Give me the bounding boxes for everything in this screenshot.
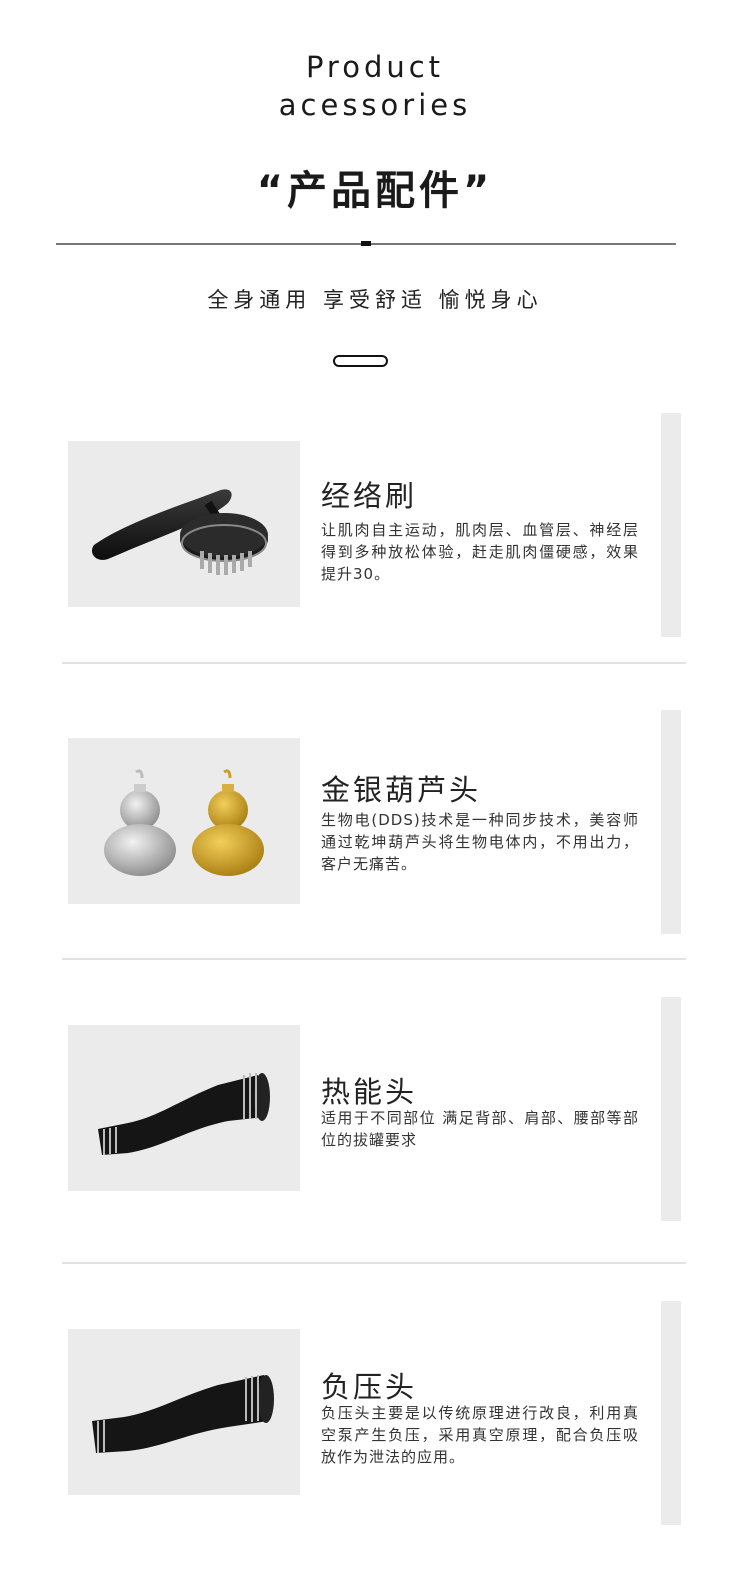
subtitle: 全身通用 享受舒适 愉悦身心 — [207, 288, 543, 312]
side-decoration-bar — [661, 1301, 681, 1525]
title-english: Product acessories — [0, 48, 750, 124]
title-chinese: “产品配件” — [256, 168, 494, 214]
product-description: 适用于不同部位 满足背部、肩部、腰部等部位的拔罐要求 — [321, 1109, 639, 1149]
side-decoration-bar — [661, 413, 681, 637]
negative-pressure-head-icon — [92, 1375, 274, 1453]
product-name: 金银葫芦头 — [321, 773, 482, 807]
product-description: 负压头主要是以传统原理进行改良，利用真空泵产生负压，采用真空原理，配合负压吸放作… — [321, 1404, 639, 1466]
product-item-brush: 经络刷 让肌肉自主运动，肌肉层、血管层、神经层得到多种放松体验，赶走肌肉僵硬感，… — [0, 413, 750, 643]
product-image-brush — [68, 441, 300, 607]
product-name: 经络刷 — [321, 479, 418, 513]
section-divider — [62, 662, 686, 664]
product-description: 生物电(DDS)技术是一种同步技术，美容师通过乾坤葫芦头将生物电体内，不用出力，… — [321, 811, 639, 873]
pill-decoration — [333, 355, 388, 367]
gourd-heads-icon — [104, 769, 264, 876]
product-image-thermal — [68, 1025, 300, 1191]
thermal-head-icon — [98, 1073, 270, 1155]
product-item-gourd: 金银葫芦头 生物电(DDS)技术是一种同步技术，美容师通过乾坤葫芦头将生物电体内… — [0, 710, 750, 940]
product-description: 让肌肉自主运动，肌肉层、血管层、神经层得到多种放松体验，赶走肌肉僵硬感，效果提升… — [321, 521, 639, 583]
side-decoration-bar — [661, 997, 681, 1221]
massage-brush-icon — [91, 489, 268, 575]
product-image-negative-pressure — [68, 1329, 300, 1495]
title-english-line-1: Product — [305, 50, 445, 84]
product-item-negative-pressure: 负压头 负压头主要是以传统原理进行改良，利用真空泵产生负压，采用真空原理，配合负… — [0, 1301, 750, 1531]
product-name: 热能头 — [321, 1075, 418, 1109]
section-divider — [62, 958, 686, 960]
product-item-thermal: 热能头 适用于不同部位 满足背部、肩部、腰部等部位的拔罐要求 — [0, 997, 750, 1227]
section-divider — [62, 1262, 686, 1264]
product-image-gourd — [68, 738, 300, 904]
title-english-line-2: acessories — [278, 88, 472, 122]
side-decoration-bar — [661, 710, 681, 934]
header-divider-mark — [361, 241, 371, 246]
product-name: 负压头 — [321, 1370, 418, 1404]
